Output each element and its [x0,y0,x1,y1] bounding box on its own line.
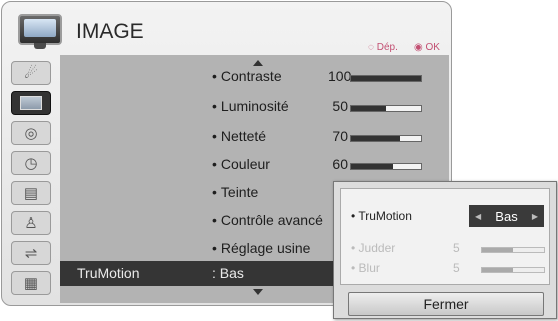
ok-hint: ◉ OK [414,42,440,53]
menu-item-label: Réglage usine [220,240,311,256]
clock-icon: ◷ [24,155,38,172]
judder-label: Judder [358,241,396,255]
sidebar-item-input[interactable]: ⇌ [11,241,51,265]
lock-icon: ♙ [24,215,38,232]
menu-item-contraste[interactable]: • Contraste [212,68,282,88]
photo-icon: ▦ [23,275,39,292]
sidebar-item-media[interactable]: ▦ [11,271,51,295]
header: IMAGE ◌ Dép. ◉ OK [2,2,451,57]
sidebar-item-time[interactable]: ◷ [11,151,51,175]
satellite-dish-icon: ☄ [24,65,38,82]
sidebar-item-image[interactable] [11,91,51,115]
page-title: IMAGE [76,20,144,43]
sidebar-item-option[interactable]: ▤ [11,181,51,205]
menu-item-label: Couleur [220,156,270,172]
trumotion-popup: • TruMotion ◀ Bas ▶ • Judder 5 • Blur 5 … [333,181,557,319]
briefcase-icon: ▤ [23,185,39,202]
nettete-value: 70 [332,128,348,144]
menu-item-label: Teinte [220,184,259,200]
judder-bar [481,247,545,253]
menu-item-reglage-usine[interactable]: • Réglage usine [212,240,310,260]
blur-row: • Blur [351,261,380,275]
trumotion-label: TruMotion [358,209,412,223]
menu-item-controle-avance[interactable]: • Contrôle avancé [212,212,323,232]
blur-bar [481,267,545,273]
luminosite-bar[interactable] [350,105,422,112]
menu-item-couleur[interactable]: • Couleur [212,156,270,176]
blur-label: Blur [358,261,380,275]
sidebar-item-lock[interactable]: ♙ [11,211,51,235]
judder-row: • Judder [351,241,396,255]
speaker-icon: ◎ [24,125,38,142]
tv-icon [20,96,42,110]
menu-item-nettete[interactable]: • Netteté [212,128,266,148]
trumotion-row[interactable]: • TruMotion [351,209,412,223]
couleur-value: 60 [332,156,348,172]
judder-value: 5 [453,241,460,255]
chevron-left-icon[interactable]: ◀ [475,212,481,221]
close-button[interactable]: Fermer [348,292,544,316]
status-label: TruMotion [77,265,140,281]
move-hint: ◌ Dép. [368,42,398,53]
blur-value: 5 [453,261,460,275]
scroll-up-arrow-icon[interactable] [253,60,263,66]
menu-item-label: Netteté [220,128,267,144]
trumotion-value: Bas [495,208,518,224]
sidebar: ☄ ◎ ◷ ▤ ♙ ⇌ ▦ [2,55,58,303]
menu-item-label: Luminosité [220,98,289,114]
usb-connector-icon: ⇌ [24,245,38,262]
sidebar-item-audio[interactable]: ◎ [11,121,51,145]
menu-item-teinte[interactable]: • Teinte [212,184,258,204]
sidebar-item-setup[interactable]: ☄ [11,61,51,85]
menu-item-label: Contrôle avancé [220,212,323,228]
menu-item-luminosite[interactable]: • Luminosité [212,98,289,118]
status-value: : Bas [212,265,244,281]
luminosite-value: 50 [332,98,348,114]
nettete-bar[interactable] [350,135,422,142]
chevron-right-icon[interactable]: ▶ [532,212,538,221]
scroll-down-arrow-icon[interactable] [253,289,263,295]
tv-icon [18,14,62,49]
couleur-bar[interactable] [350,163,422,170]
contraste-bar[interactable] [350,75,422,82]
trumotion-selector[interactable]: ◀ Bas ▶ [469,205,544,227]
contraste-value: 100 [328,68,352,84]
menu-item-label: Contraste [220,68,282,84]
trumotion-options: • TruMotion ◀ Bas ▶ • Judder 5 • Blur 5 [340,188,550,285]
